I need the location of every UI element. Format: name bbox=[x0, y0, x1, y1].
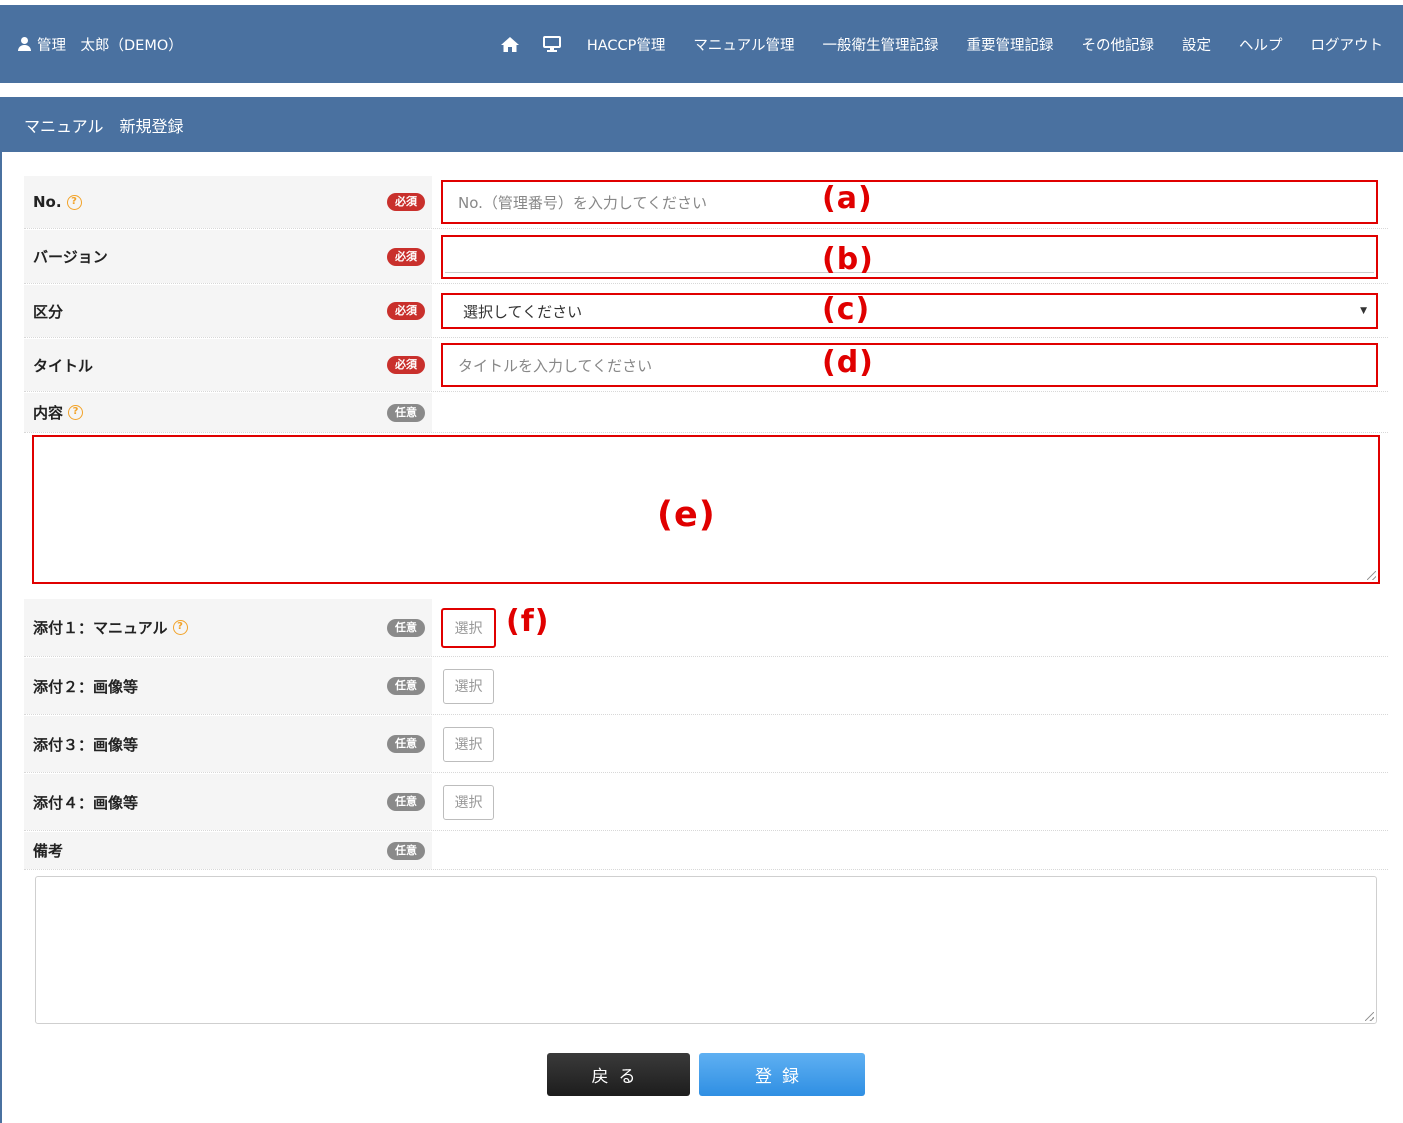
row-attach4: 添付４：画像等 任意 選択 bbox=[24, 774, 1388, 831]
row-attach2: 添付２：画像等 任意 選択 bbox=[24, 658, 1388, 715]
row-remarks: 備考 任意 bbox=[24, 832, 1388, 870]
annotation-b: (b) bbox=[822, 242, 874, 277]
label-attach4: 添付４：画像等 任意 bbox=[24, 774, 432, 830]
optional-badge: 任意 bbox=[387, 735, 425, 753]
title-input[interactable]: タイトルを入力してください bbox=[441, 343, 1378, 387]
nav-settings[interactable]: 設定 bbox=[1168, 34, 1225, 55]
required-badge: 必須 bbox=[387, 356, 425, 374]
nav-general-hygiene[interactable]: 一般衛生管理記録 bbox=[809, 34, 953, 55]
back-button[interactable]: 戻る bbox=[547, 1053, 690, 1096]
label-title: タイトル 必須 bbox=[24, 339, 432, 391]
label-remarks: 備考 任意 bbox=[24, 832, 432, 869]
register-button[interactable]: 登録 bbox=[699, 1053, 865, 1096]
no-input-placeholder: No.（管理番号）を入力してください bbox=[458, 193, 708, 212]
nav-haccp[interactable]: HACCP管理 bbox=[573, 34, 680, 55]
monitor-icon[interactable] bbox=[531, 36, 573, 52]
row-title: タイトル 必須 タイトルを入力してください bbox=[24, 339, 1388, 392]
page-title: マニュアル 新規登録 bbox=[2, 97, 1403, 152]
category-select[interactable]: 選択してください ▼ bbox=[441, 293, 1378, 329]
label-attach1-text: 添付１：マニュアル bbox=[33, 619, 168, 637]
annotation-f: (f) bbox=[506, 604, 550, 639]
label-category-text: 区分 bbox=[33, 302, 64, 321]
required-badge: 必須 bbox=[387, 247, 425, 266]
attach1-select-button[interactable]: 選択 bbox=[441, 607, 496, 648]
row-category: 区分 必須 選択してください ▼ bbox=[24, 285, 1388, 338]
attach2-select-button[interactable]: 選択 bbox=[443, 668, 494, 704]
label-attach3-text: 添付３：画像等 bbox=[33, 735, 139, 754]
annotation-c: (c) bbox=[822, 292, 871, 327]
annotation-a: (a) bbox=[822, 181, 873, 216]
remarks-textarea[interactable] bbox=[35, 876, 1377, 1024]
label-remarks-text: 備考 bbox=[33, 842, 64, 860]
nav-help[interactable]: ヘルプ bbox=[1225, 34, 1297, 55]
label-version-text: バージョン bbox=[33, 248, 108, 266]
optional-badge: 任意 bbox=[387, 793, 425, 811]
main-nav: HACCP管理 マニュアル管理 一般衛生管理記録 重要管理記録 その他記録 設定… bbox=[489, 34, 1383, 55]
label-attach1: 添付１：マニュアル ? 任意 bbox=[24, 599, 432, 656]
row-no: No. ? 必須 No.（管理番号）を入力してください bbox=[24, 176, 1388, 229]
user-name: 管理 太郎（DEMO） bbox=[37, 37, 183, 54]
row-version: バージョン 必須 bbox=[24, 230, 1388, 284]
resize-handle[interactable] bbox=[1365, 1012, 1374, 1021]
optional-badge: 任意 bbox=[387, 677, 425, 695]
required-badge: 必須 bbox=[387, 193, 425, 211]
version-input[interactable] bbox=[441, 234, 1378, 279]
top-navbar: 管理 太郎（DEMO） HACCP管理 マニュアル管理 一般衛生管理記録 重要管… bbox=[0, 5, 1403, 83]
label-category: 区分 必須 bbox=[24, 285, 432, 337]
help-icon[interactable]: ? bbox=[66, 194, 82, 210]
attach4-select-button[interactable]: 選択 bbox=[443, 784, 494, 820]
category-selected-value: 選択してください bbox=[463, 302, 583, 321]
row-attach1: 添付１：マニュアル ? 任意 選択 bbox=[24, 599, 1388, 657]
annotation-d: (d) bbox=[822, 345, 874, 380]
user-menu[interactable]: 管理 太郎（DEMO） bbox=[18, 34, 183, 55]
nav-other-records[interactable]: その他記録 bbox=[1068, 34, 1169, 55]
help-icon[interactable]: ? bbox=[172, 620, 188, 635]
label-no: No. ? 必須 bbox=[24, 176, 432, 228]
optional-badge: 任意 bbox=[387, 618, 425, 637]
help-icon[interactable]: ? bbox=[68, 405, 84, 420]
chevron-down-icon: ▼ bbox=[1360, 306, 1367, 316]
row-attach3: 添付３：画像等 任意 選択 bbox=[24, 716, 1388, 773]
label-content-text: 内容 bbox=[33, 404, 64, 422]
label-no-text: No. bbox=[33, 193, 62, 211]
attach3-select-button[interactable]: 選択 bbox=[443, 726, 494, 762]
label-version: バージョン 必須 bbox=[24, 230, 432, 283]
label-content: 内容 ? 任意 bbox=[24, 393, 432, 432]
nav-critical-control[interactable]: 重要管理記録 bbox=[953, 34, 1068, 55]
row-content: 内容 ? 任意 bbox=[24, 393, 1388, 433]
label-attach3: 添付３：画像等 任意 bbox=[24, 716, 432, 772]
nav-logout[interactable]: ログアウト bbox=[1297, 34, 1384, 55]
required-badge: 必須 bbox=[387, 302, 425, 320]
nav-manual[interactable]: マニュアル管理 bbox=[679, 34, 808, 55]
optional-badge: 任意 bbox=[387, 841, 425, 860]
home-icon[interactable] bbox=[489, 36, 531, 52]
label-attach4-text: 添付４：画像等 bbox=[33, 793, 139, 812]
annotation-e: (e) bbox=[657, 495, 716, 535]
user-icon bbox=[18, 37, 31, 51]
no-input[interactable]: No.（管理番号）を入力してください bbox=[441, 180, 1378, 224]
optional-badge: 任意 bbox=[387, 403, 425, 422]
label-attach2-text: 添付２：画像等 bbox=[33, 677, 139, 696]
title-input-placeholder: タイトルを入力してください bbox=[458, 356, 653, 375]
resize-handle[interactable] bbox=[1367, 571, 1376, 580]
label-attach2: 添付２：画像等 任意 bbox=[24, 658, 432, 714]
label-title-text: タイトル bbox=[33, 356, 94, 375]
